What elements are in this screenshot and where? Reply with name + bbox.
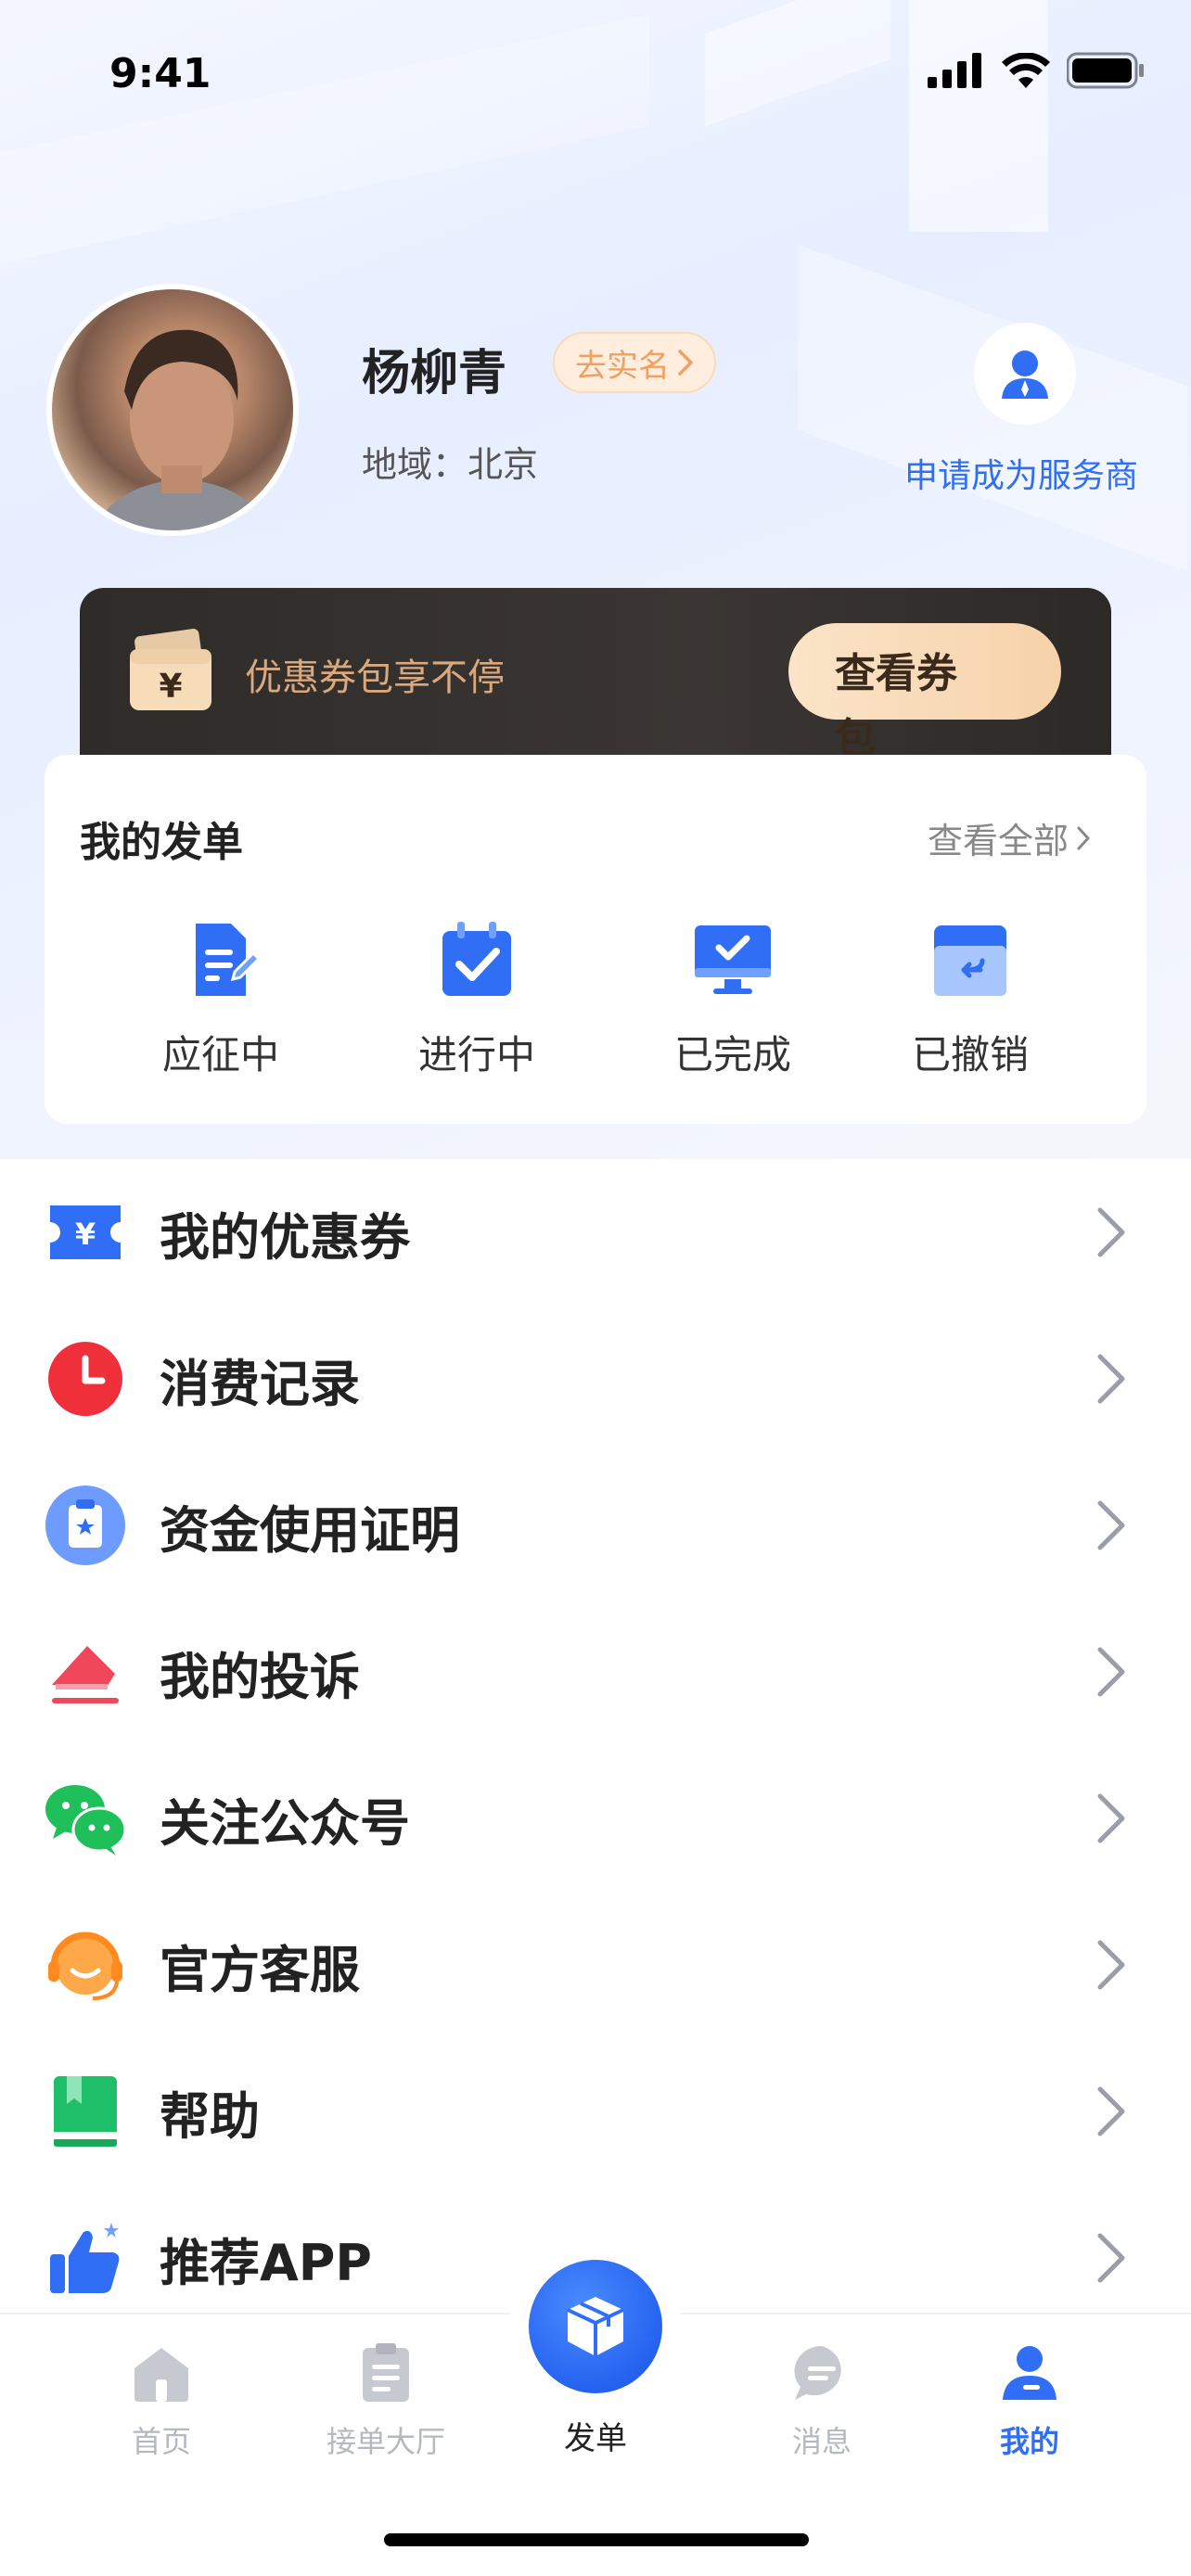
menu-item-customer-service[interactable]: 官方客服: [0, 1892, 1191, 2038]
view-all-label: 查看全部: [928, 821, 1069, 861]
clock-icon: [43, 1336, 128, 1422]
chevron-right-icon: [1097, 1793, 1125, 1843]
menu-item-follow-account[interactable]: 关注公众号: [0, 1745, 1191, 1892]
status-bar: 9:41: [0, 0, 1191, 148]
chevron-right-icon: [1097, 1207, 1125, 1257]
order-status-completed[interactable]: 已完成: [640, 918, 826, 1080]
monitor-check-icon: [695, 925, 771, 994]
svg-text:¥: ¥: [75, 1217, 96, 1252]
menu-item-help[interactable]: 帮助: [0, 2038, 1191, 2185]
menu-item-label: 帮助: [160, 2086, 260, 2146]
verify-button[interactable]: 去实名: [553, 332, 716, 393]
my-orders-title: 我的发单: [80, 819, 243, 866]
thumbs-up-icon: [43, 2215, 128, 2301]
book-icon: [43, 2069, 128, 2154]
status-time: 9:41: [109, 50, 211, 97]
complaint-icon: [43, 1629, 128, 1715]
tab-label: 首页: [131, 2424, 191, 2459]
order-status-label: 已完成: [673, 1032, 791, 1078]
status-icons: [928, 52, 1145, 89]
tab-order-hall[interactable]: 接单大厅: [302, 2340, 469, 2461]
order-status-label: 应征中: [161, 1032, 279, 1078]
publish-label: 发单: [564, 2420, 627, 2457]
menu-item-label: 推荐APP: [160, 2233, 372, 2292]
menu-item-label: 我的投诉: [160, 1647, 360, 1706]
chevron-right-icon: [1077, 826, 1090, 849]
chevron-right-icon: [1097, 1354, 1125, 1404]
customer-service-icon: [43, 1922, 128, 2008]
revoke-box-icon: [934, 925, 1006, 996]
tab-home[interactable]: 首页: [78, 2340, 245, 2461]
menu-item-label: 官方客服: [160, 1940, 360, 1999]
tab-messages[interactable]: 消息: [738, 2340, 905, 2461]
avatar-photo: [93, 329, 271, 530]
verify-label: 去实名: [575, 347, 670, 385]
order-status-label: 已撤销: [911, 1032, 1029, 1078]
document-edit-icon: [196, 924, 262, 996]
battery-icon: [1067, 52, 1144, 89]
become-provider-link[interactable]: 申请成为服务商: [904, 449, 1138, 497]
wechat-icon: [43, 1776, 128, 1861]
tab-mine[interactable]: 我的: [946, 2340, 1113, 2461]
home-icon: [134, 2348, 188, 2402]
menu-item-label: 资金使用证明: [160, 1500, 460, 1560]
order-status-revoked[interactable]: 已撤销: [877, 918, 1063, 1080]
tab-label: 接单大厅: [326, 2424, 445, 2459]
coupon-banner-text: 优惠券包享不停: [245, 657, 505, 699]
chevron-right-icon: [1097, 1940, 1125, 1990]
wallet-icon: ¥: [130, 629, 211, 710]
menu-item-coupons[interactable]: ¥ 我的优惠券: [0, 1159, 1191, 1306]
publish-button[interactable]: [529, 2260, 662, 2393]
user-icon: [1003, 2346, 1057, 2400]
person-badge-icon: [1002, 351, 1048, 399]
order-status-applying[interactable]: 应征中: [128, 918, 314, 1080]
chevron-right-icon: [1097, 1500, 1125, 1550]
chevron-right-icon: [678, 350, 693, 376]
menu-item-label: 消费记录: [160, 1354, 360, 1413]
menu-item-complaints[interactable]: 我的投诉: [0, 1599, 1191, 1745]
chevron-right-icon: [1097, 2086, 1125, 2136]
menu-item-fund-proof[interactable]: 资金使用证明: [0, 1452, 1191, 1599]
clipboard-icon: [363, 2343, 409, 2402]
calendar-check-icon: [442, 922, 511, 996]
user-name: 杨柳青: [362, 346, 507, 402]
home-indicator: [384, 2533, 809, 2546]
view-coupons-label: 查看券包: [835, 650, 957, 762]
tab-label: 我的: [999, 2424, 1059, 2459]
chat-icon: [794, 2345, 841, 2400]
provider-icon[interactable]: [974, 323, 1076, 425]
view-all-orders-link[interactable]: 查看全部: [928, 812, 1091, 863]
order-status-label: 进行中: [417, 1032, 535, 1078]
avatar[interactable]: [46, 284, 299, 536]
region-text: 地域：北京: [362, 444, 539, 485]
menu-item-spending[interactable]: 消费记录: [0, 1306, 1191, 1452]
package-icon: [567, 2297, 624, 2356]
signal-icon: [928, 53, 981, 88]
svg-text:¥: ¥: [159, 668, 182, 706]
certificate-icon: [43, 1483, 128, 1568]
chevron-right-icon: [1097, 1647, 1125, 1697]
menu-item-label: 我的优惠券: [160, 1207, 410, 1267]
chevron-right-icon: [1097, 2233, 1125, 2283]
coupon-icon: ¥: [43, 1190, 128, 1275]
menu-item-label: 关注公众号: [160, 1793, 410, 1853]
order-status-in-progress[interactable]: 进行中: [384, 918, 570, 1080]
tab-label: 消息: [791, 2424, 852, 2459]
wifi-icon: [1002, 53, 1050, 88]
